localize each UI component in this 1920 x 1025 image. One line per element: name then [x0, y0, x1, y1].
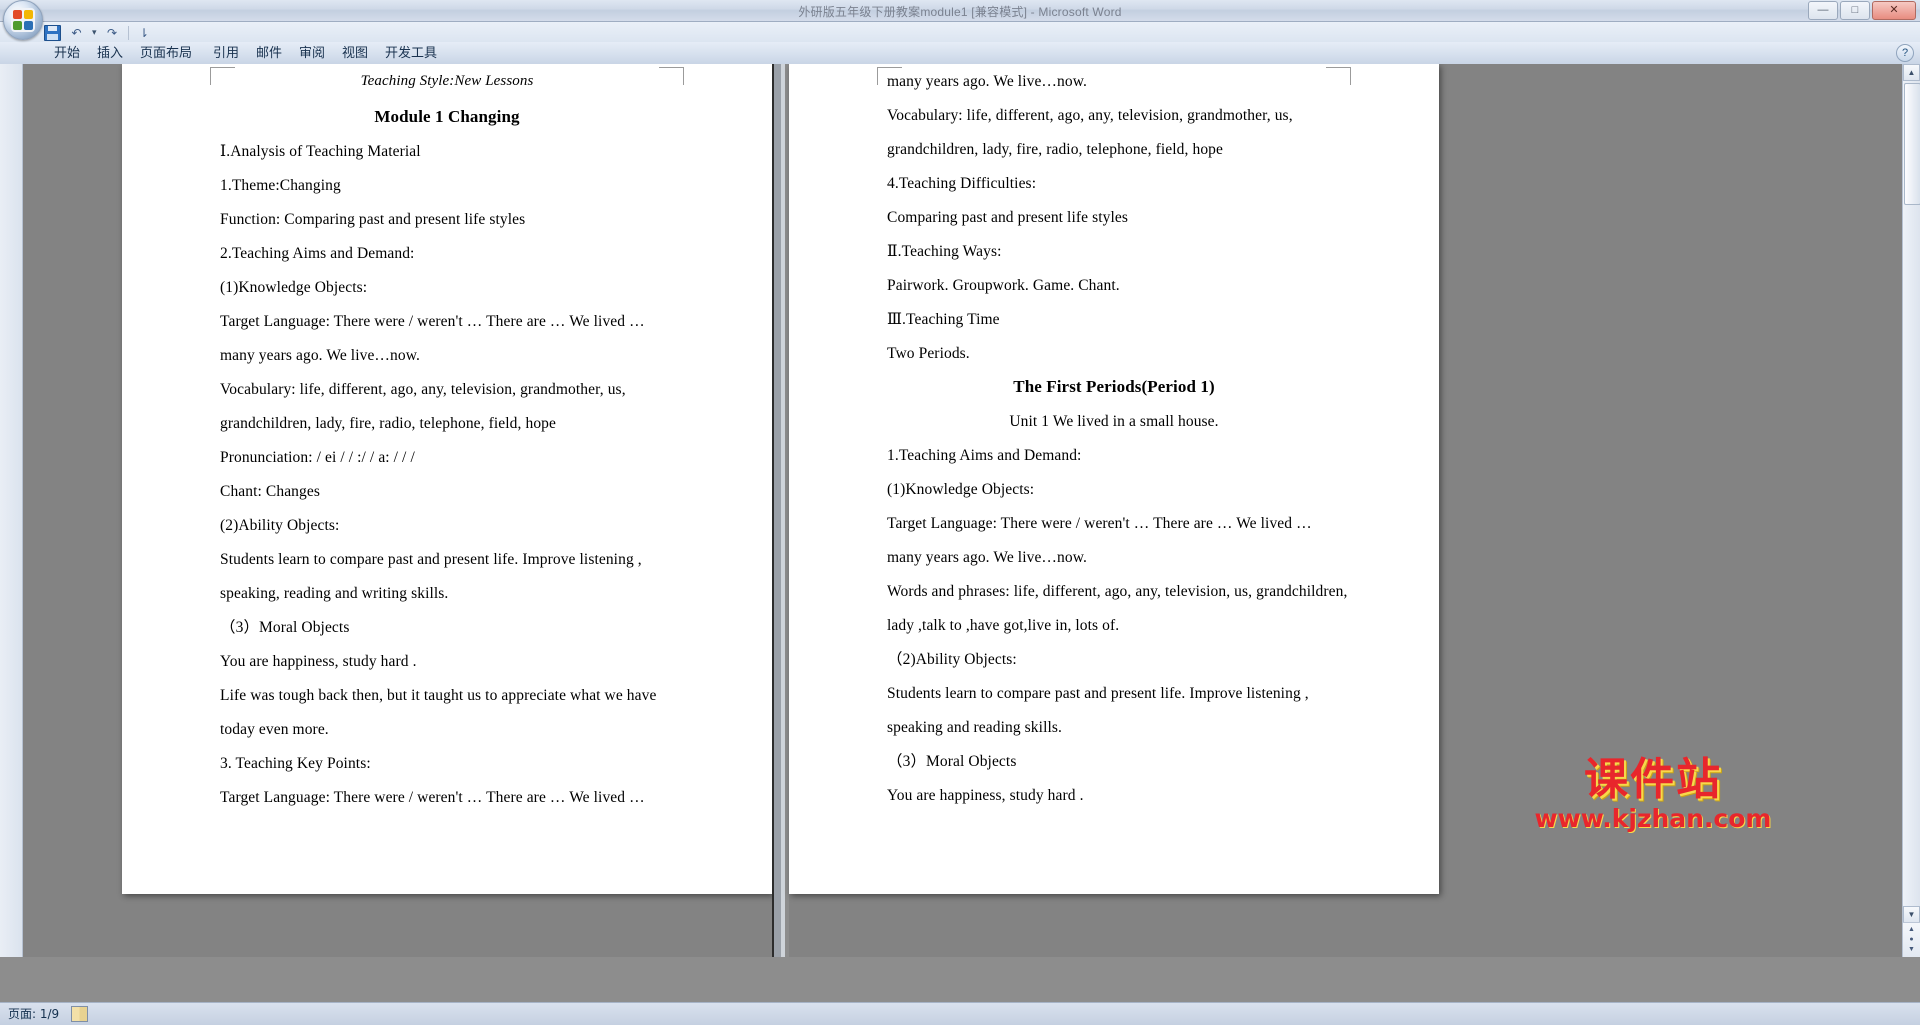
page-right-content: many years ago. We live…now. Vocabulary:…	[789, 64, 1439, 894]
document-page-right[interactable]: many years ago. We live…now. Vocabulary:…	[789, 64, 1439, 894]
word-application-window: 外研版五年级下册教案module1 [兼容模式] - Microsoft Wor…	[0, 0, 1920, 1025]
doc-line: Students learn to compare past and prese…	[887, 685, 1309, 702]
tab-view[interactable]: 视图	[333, 44, 377, 63]
tab-references[interactable]: 引用	[204, 44, 248, 63]
doc-line: today even more.	[220, 721, 329, 738]
save-icon[interactable]	[44, 24, 61, 41]
doc-line: Students learn to compare past and prese…	[220, 551, 642, 568]
doc-line: 4.Teaching Difficulties:	[887, 175, 1037, 192]
office-logo-icon	[11, 8, 35, 32]
status-page-number[interactable]: 页面: 1/9	[0, 1005, 67, 1023]
status-bar: 页面: 1/9	[0, 1002, 1920, 1025]
doc-line: Target Language: There were / weren't … …	[887, 515, 1312, 532]
undo-dropdown-icon[interactable]: ▾	[92, 27, 97, 38]
doc-unit-title: Unit 1 We lived in a small house.	[1009, 413, 1219, 430]
ribbon-tab-bar: 开始 插入 页面布局 引用 邮件 审阅 视图 开发工具	[0, 42, 1920, 65]
doc-line: speaking and reading skills.	[887, 719, 1062, 736]
scroll-up-button[interactable]: ▲	[1903, 64, 1920, 81]
doc-line: 3. Teaching Key Points:	[220, 755, 371, 772]
doc-header-left: Teaching Style:New Lessons	[360, 73, 534, 89]
undo-icon[interactable]: ↶	[68, 25, 85, 41]
vertical-ruler	[0, 64, 23, 957]
watermark-url-text: www.kjzhan.com	[1534, 804, 1772, 833]
doc-line: （2)Ability Objects:	[887, 651, 1017, 668]
document-page-left[interactable]: Teaching Style:New Lessons Module 1 Chan…	[122, 64, 772, 894]
doc-line: many years ago. We live…now.	[887, 549, 1087, 566]
doc-line: Vocabulary: life, different, ago, any, t…	[220, 381, 626, 398]
tab-review[interactable]: 审阅	[290, 44, 334, 63]
doc-title-module: Module 1 Changing	[374, 107, 520, 126]
doc-line: Target Language: There were / weren't … …	[220, 313, 645, 330]
tab-developer[interactable]: 开发工具	[376, 44, 446, 63]
doc-line: (2)Ability Objects:	[220, 517, 340, 534]
next-page-button[interactable]: ▼	[1907, 946, 1916, 953]
doc-line: You are happiness, study hard .	[220, 653, 417, 670]
browse-object-controls: ▲ ● ▼	[1903, 922, 1920, 957]
doc-line: Life was tough back then, but it taught …	[220, 687, 657, 704]
ribbon-right-controls: ?	[1896, 44, 1914, 62]
help-icon[interactable]: ?	[1896, 44, 1914, 62]
title-bar: 外研版五年级下册教案module1 [兼容模式] - Microsoft Wor…	[0, 0, 1920, 22]
quick-access-toolbar: ↶ ▾ ↷ ⇂	[0, 22, 1920, 43]
doc-period-title: The First Periods(Period 1)	[1013, 377, 1215, 396]
doc-line: Two Periods.	[887, 345, 970, 362]
site-watermark: 课件站 www.kjzhan.com	[1528, 754, 1778, 833]
tab-insert[interactable]: 插入	[88, 44, 132, 63]
doc-line: lady ,talk to ,have got,live in, lots of…	[887, 617, 1120, 634]
doc-line: Pronunciation: / ei / / :/ / a: / / /	[220, 449, 415, 466]
customize-toolbar-icon[interactable]: ⇂	[136, 25, 153, 41]
doc-line: Ⅲ.Teaching Time	[887, 311, 1000, 328]
page-gap-divider	[772, 64, 789, 957]
doc-line: Ⅰ.Analysis of Teaching Material	[220, 143, 421, 160]
tab-home[interactable]: 开始	[45, 44, 89, 63]
doc-line: 1.Theme:Changing	[220, 177, 341, 194]
scrollbar-thumb[interactable]	[1904, 83, 1920, 205]
section-book-icon[interactable]	[71, 1006, 89, 1022]
doc-line: speaking, reading and writing skills.	[220, 585, 449, 602]
workspace-left-margin	[23, 64, 122, 957]
doc-line: 1.Teaching Aims and Demand:	[887, 447, 1082, 464]
doc-line: (1)Knowledge Objects:	[887, 481, 1035, 498]
doc-line: 2.Teaching Aims and Demand:	[220, 245, 415, 262]
doc-line: Ⅱ.Teaching Ways:	[887, 243, 1002, 260]
doc-line: Target Language: There were / weren't … …	[220, 789, 645, 806]
doc-line: many years ago. We live…now.	[887, 73, 1087, 90]
document-workspace: Teaching Style:New Lessons Module 1 Chan…	[0, 64, 1920, 957]
page-left-content: Teaching Style:New Lessons Module 1 Chan…	[122, 64, 772, 894]
window-controls: — □ ✕	[1808, 1, 1916, 20]
watermark-chinese-text: 课件站	[1584, 754, 1722, 805]
doc-line: grandchildren, lady, fire, radio, teleph…	[220, 415, 556, 432]
doc-line: （3）Moral Objects	[887, 753, 1017, 770]
window-title: 外研版五年级下册教案module1 [兼容模式] - Microsoft Wor…	[798, 5, 1122, 19]
doc-line: (1)Knowledge Objects:	[220, 279, 368, 296]
doc-line: Pairwork. Groupwork. Game. Chant.	[887, 277, 1120, 294]
close-button[interactable]: ✕	[1872, 1, 1916, 20]
vertical-scrollbar[interactable]: ▲ ▼ ▲ ● ▼	[1902, 64, 1920, 957]
minimize-button[interactable]: —	[1808, 1, 1838, 20]
doc-line: many years ago. We live…now.	[220, 347, 420, 364]
redo-icon[interactable]: ↷	[104, 25, 121, 41]
doc-line: （3）Moral Objects	[220, 619, 350, 636]
select-browse-object-button[interactable]: ●	[1907, 936, 1916, 943]
doc-line: grandchildren, lady, fire, radio, teleph…	[887, 141, 1223, 158]
doc-line: Chant: Changes	[220, 483, 320, 500]
previous-page-button[interactable]: ▲	[1907, 926, 1916, 933]
maximize-button[interactable]: □	[1840, 1, 1870, 20]
tab-mailings[interactable]: 邮件	[247, 44, 291, 63]
quick-access-items: ↶ ▾ ↷ ⇂	[44, 24, 153, 41]
doc-line: Function: Comparing past and present lif…	[220, 211, 526, 228]
office-button[interactable]	[3, 0, 43, 40]
doc-line: Words and phrases: life, different, ago,…	[887, 583, 1348, 600]
tab-page-layout[interactable]: 页面布局	[131, 44, 201, 63]
doc-line: You are happiness, study hard .	[887, 787, 1084, 804]
toolbar-divider	[127, 25, 129, 40]
scroll-down-button[interactable]: ▼	[1903, 906, 1920, 923]
doc-line: Comparing past and present life styles	[887, 209, 1128, 226]
doc-line: Vocabulary: life, different, ago, any, t…	[887, 107, 1293, 124]
